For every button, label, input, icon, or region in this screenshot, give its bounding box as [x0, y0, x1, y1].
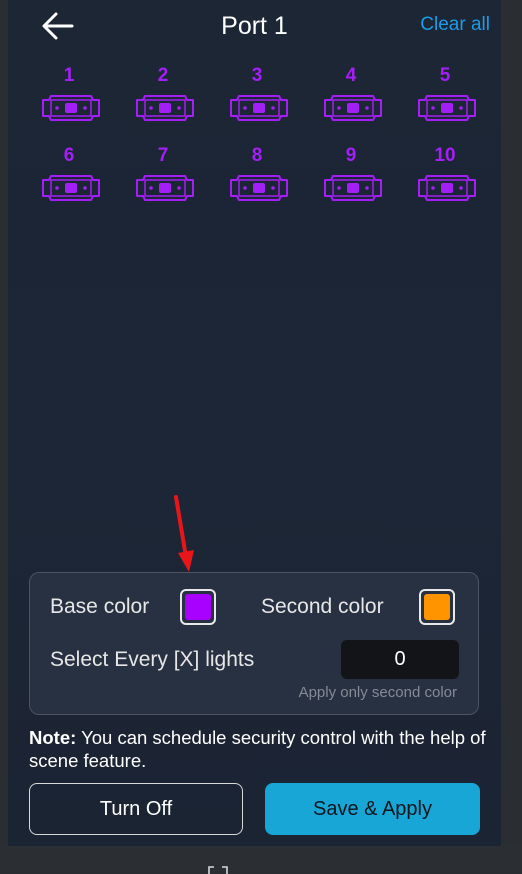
annotation-arrow	[174, 495, 194, 572]
light-number: 1	[63, 65, 75, 86]
save-apply-button[interactable]: Save & Apply	[265, 783, 480, 835]
light-number: 4	[345, 65, 357, 86]
clear-all-button[interactable]: Clear all	[420, 13, 490, 37]
base-color-label: Base color	[50, 595, 150, 618]
light-item-7[interactable]: 7	[116, 144, 210, 224]
light-strip-icon	[418, 175, 476, 201]
light-strip-icon	[136, 95, 194, 121]
light-strip-icon	[230, 175, 288, 201]
light-number: 10	[434, 145, 456, 166]
second-color-fill	[424, 594, 450, 620]
light-item-5[interactable]: 5	[398, 64, 492, 144]
light-number: 2	[157, 65, 169, 86]
second-color-swatch[interactable]	[419, 589, 455, 625]
second-color-hint: Apply only second color	[298, 684, 457, 701]
light-row: 1 2 3 4 5	[22, 64, 492, 144]
light-item-2[interactable]: 2	[116, 64, 210, 144]
select-every-label: Select Every [X] lights	[50, 648, 255, 671]
light-row: 6 7 8 9 10	[22, 144, 492, 224]
light-strip-icon	[324, 175, 382, 201]
turn-off-button[interactable]: Turn Off	[29, 783, 243, 835]
base-color-swatch[interactable]	[180, 589, 216, 625]
light-strip-icon	[418, 95, 476, 121]
light-number: 9	[345, 145, 357, 166]
light-strip-icon	[230, 95, 288, 121]
note-label: Note:	[29, 727, 77, 748]
light-strip-icon	[136, 175, 194, 201]
light-number: 5	[439, 65, 451, 86]
note-body: You can schedule security control with t…	[29, 727, 486, 771]
light-item-4[interactable]: 4	[304, 64, 398, 144]
light-item-6[interactable]: 6	[22, 144, 116, 224]
light-number: 7	[157, 145, 169, 166]
select-every-input[interactable]	[341, 640, 459, 679]
light-item-9[interactable]: 9	[304, 144, 398, 224]
second-color-label: Second color	[261, 595, 384, 618]
color-panel: Base color Second color Select Every [X]…	[29, 572, 479, 715]
system-nav-bar	[0, 846, 522, 873]
light-strip-icon	[42, 95, 100, 121]
note-text: Note: You can schedule security control …	[29, 726, 489, 772]
light-grid: 1 2 3 4 5 6 7 8 9 10	[22, 64, 492, 224]
light-item-10[interactable]: 10	[398, 144, 492, 224]
light-item-3[interactable]: 3	[210, 64, 304, 144]
light-strip-icon	[324, 95, 382, 121]
light-number: 8	[251, 145, 263, 166]
light-number: 3	[251, 65, 263, 86]
light-strip-icon	[42, 175, 100, 201]
light-number: 6	[63, 145, 75, 166]
app-screen: Port 1 Clear all 1 2 3 4 5 6 7 8 9 10 Ba…	[8, 0, 501, 846]
light-item-8[interactable]: 8	[210, 144, 304, 224]
light-item-1[interactable]: 1	[22, 64, 116, 144]
base-color-fill	[185, 594, 211, 620]
